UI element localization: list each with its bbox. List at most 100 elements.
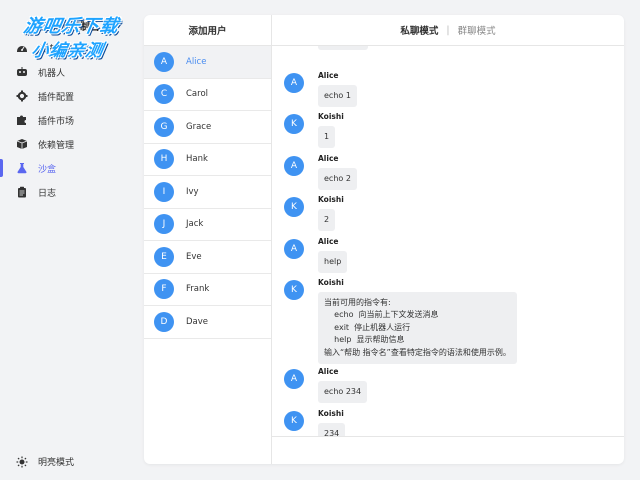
user-item-alice[interactable]: A Alice	[144, 46, 271, 79]
message-bubble: 2	[318, 209, 336, 232]
message-bubble-partial	[318, 46, 368, 50]
robot-icon	[16, 66, 28, 78]
sidebar: Koishi 控制台 游吧乐下载 小编亲测 仪表盘 机器人 插件配置 插件市场 …	[0, 0, 130, 480]
sandbox-panel: 添加用户 A Alice C Carol G Grace H Hank I Iv…	[144, 15, 624, 464]
user-item-carol[interactable]: C Carol	[144, 79, 271, 111]
message-sender: Koishi	[318, 195, 344, 204]
message-list[interactable]: A Alice echo 1 K Koishi 1 A Alice echo 2	[272, 46, 624, 436]
help-text-line: echo 向当前上下文发送消息	[324, 310, 439, 320]
message-item: K Koishi 2	[284, 195, 344, 232]
user-name: Dave	[186, 316, 209, 327]
avatar: H	[154, 149, 174, 170]
user-item-dave[interactable]: D Dave	[144, 306, 271, 339]
user-item-grace[interactable]: G Grace	[144, 111, 271, 144]
avatar: F	[154, 279, 174, 300]
sidebar-item-sandbox[interactable]: 沙盒	[0, 156, 130, 180]
gear-icon	[16, 90, 28, 102]
message-item: A Alice echo 2	[284, 154, 357, 191]
user-name: Alice	[186, 56, 207, 67]
flask-icon	[16, 162, 28, 174]
user-name: Frank	[186, 284, 210, 295]
user-name: Carol	[186, 89, 209, 100]
message-sender: Alice	[318, 154, 339, 163]
message-bubble: 234	[318, 423, 346, 436]
message-item: K Koishi 234	[284, 409, 346, 436]
user-list: A Alice C Carol G Grace H Hank I Ivy J J…	[144, 46, 271, 339]
sidebar-item-label: 日志	[38, 188, 57, 199]
message-item: A Alice echo 234	[284, 367, 368, 404]
user-name: Grace	[186, 121, 212, 132]
sidebar-item-label: 插件市场	[38, 116, 75, 127]
tab-private-mode[interactable]: 私聊模式	[400, 23, 438, 37]
avatar: E	[154, 246, 174, 267]
user-name: Eve	[186, 251, 202, 262]
theme-toggle[interactable]: 明亮模式	[16, 455, 74, 468]
message-item: K Koishi 当前可用的指令有: echo 向当前上下文发送消息 exit …	[284, 278, 517, 364]
message-bubble: echo 2	[318, 168, 357, 191]
user-item-hank[interactable]: H Hank	[144, 144, 271, 176]
tab-group-mode[interactable]: 群聊模式	[458, 23, 496, 37]
avatar: K	[284, 411, 304, 431]
help-text-line: 当前可用的指令有:	[324, 298, 391, 307]
message-sender: Alice	[318, 71, 339, 80]
watermark-line-1: 游吧乐下载	[21, 16, 121, 37]
user-name: Ivy	[186, 186, 199, 197]
chat-mode-tabs: 私聊模式 | 群聊模式	[272, 15, 624, 46]
message-bubble: 当前可用的指令有: echo 向当前上下文发送消息 exit 停止机器人运行 h…	[318, 292, 517, 364]
avatar: A	[284, 239, 304, 259]
avatar: C	[154, 84, 174, 105]
sun-icon	[16, 456, 28, 468]
chat-panel: 私聊模式 | 群聊模式 A Alice echo 1 K Koishi 1 A …	[272, 15, 624, 464]
message-sender: Koishi	[318, 278, 344, 287]
user-item-jack[interactable]: J Jack	[144, 209, 271, 241]
user-name: Hank	[186, 154, 208, 165]
avatar: G	[154, 116, 174, 137]
sidebar-item-label: 依赖管理	[38, 140, 75, 151]
clipboard-icon	[16, 186, 28, 198]
help-text-line: exit 停止机器人运行	[324, 322, 411, 332]
sidebar-item-logs[interactable]: 日志	[0, 180, 130, 204]
puzzle-icon	[16, 114, 28, 126]
avatar: A	[284, 369, 304, 389]
message-item: A Alice help	[284, 237, 348, 274]
message-input[interactable]	[272, 436, 624, 464]
message-sender: Alice	[318, 237, 339, 246]
avatar: A	[284, 156, 304, 176]
avatar: K	[284, 197, 304, 217]
avatar: K	[284, 280, 304, 300]
sidebar-item-label: 机器人	[38, 68, 66, 79]
user-name: Jack	[186, 219, 204, 230]
sidebar-item-plugin-market[interactable]: 插件市场	[0, 108, 130, 132]
avatar: K	[284, 114, 304, 134]
help-text-line: help 显示帮助信息	[324, 335, 405, 345]
user-item-eve[interactable]: E Eve	[144, 241, 271, 274]
message-bubble: 1	[318, 126, 336, 149]
avatar: I	[154, 181, 174, 202]
add-user-button[interactable]: 添加用户	[144, 15, 271, 46]
avatar: A	[284, 73, 304, 93]
message-sender: Koishi	[318, 112, 344, 121]
avatar: A	[154, 51, 174, 72]
sidebar-item-dependencies[interactable]: 依赖管理	[0, 132, 130, 156]
avatar: J	[154, 214, 174, 235]
sidebar-item-plugin-config[interactable]: 插件配置	[0, 84, 130, 108]
help-text-line: 输入“帮助 指令名”查看特定指令的语法和使用示例。	[324, 347, 511, 357]
sidebar-item-label: 插件配置	[38, 92, 75, 103]
box-icon	[16, 138, 28, 150]
message-sender: Koishi	[318, 409, 344, 418]
message-sender: Alice	[318, 367, 339, 376]
sidebar-item-label: 沙盒	[38, 164, 57, 175]
message-item: A Alice echo 1	[284, 71, 357, 108]
user-panel: 添加用户 A Alice C Carol G Grace H Hank I Iv…	[144, 15, 272, 464]
user-item-ivy[interactable]: I Ivy	[144, 176, 271, 209]
tab-separator: |	[446, 24, 450, 36]
user-item-frank[interactable]: F Frank	[144, 274, 271, 306]
message-bubble: echo 1	[318, 85, 357, 108]
message-bubble: help	[318, 251, 348, 274]
theme-toggle-label: 明亮模式	[38, 458, 75, 468]
message-item: K Koishi 1	[284, 112, 344, 149]
avatar: D	[154, 311, 174, 332]
watermark-line-2: 小编亲测	[29, 41, 106, 61]
brand-header: Koishi 控制台 游吧乐下载 小编亲测	[14, 12, 154, 64]
message-bubble: echo 234	[318, 381, 368, 404]
